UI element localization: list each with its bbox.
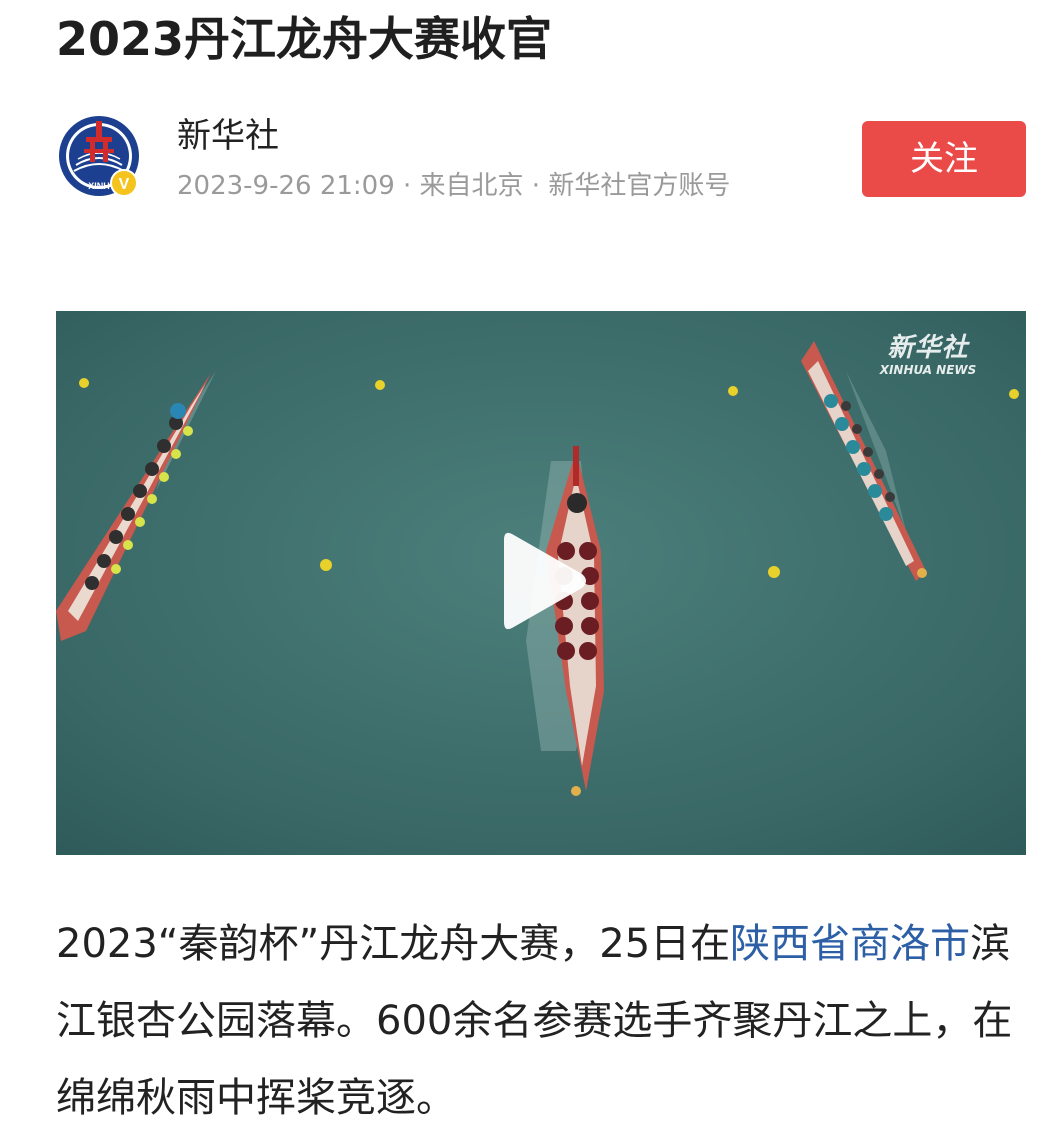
follow-button[interactable]: 关注	[862, 121, 1026, 197]
play-icon[interactable]	[494, 526, 594, 636]
xinhua-watermark: 新华社 XINHUA NEWS	[878, 333, 978, 377]
location-link[interactable]: 陕西省商洛市	[730, 921, 970, 967]
verified-badge-text: V	[119, 176, 130, 193]
video-player[interactable]: 新华社 XINHUA NEWS	[56, 311, 1026, 855]
xinhua-logo-icon: XINH V	[57, 114, 141, 198]
body-text-part1: 2023“秦韵杯”丹江龙舟大赛，25日在	[56, 921, 731, 967]
article-body: 2023“秦韵杯”丹江龙舟大赛，25日在陕西省商洛市滨江银杏公园落幕。600余名…	[56, 906, 1031, 1137]
watermark-cn: 新华社	[887, 333, 969, 363]
author-name[interactable]: 新华社	[177, 114, 279, 158]
post-meta: 2023-9-26 21:09 · 来自北京 · 新华社官方账号	[177, 171, 731, 201]
author-avatar[interactable]: XINH V	[56, 113, 142, 199]
article-title: 2023丹江龙舟大赛收官	[56, 12, 553, 66]
avatar-text: XINH	[88, 181, 110, 191]
watermark-en: XINHUA NEWS	[879, 363, 977, 377]
